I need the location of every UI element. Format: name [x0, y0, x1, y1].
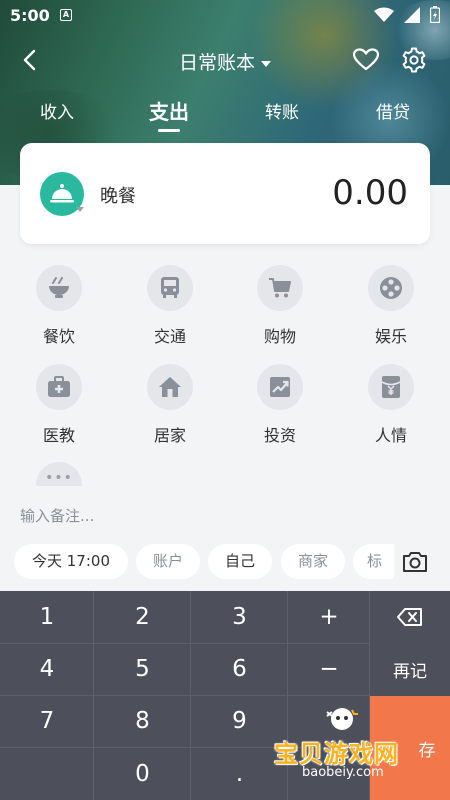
top-navigation: 日常账本	[0, 38, 450, 82]
settings-button[interactable]	[398, 44, 430, 76]
category-icon-circle	[368, 364, 414, 410]
account-chip[interactable]: 账户	[136, 544, 200, 579]
rice-bowl-icon	[49, 277, 69, 298]
tab-transfer[interactable]: 转账	[242, 98, 322, 134]
key-minus[interactable]: −	[288, 643, 370, 695]
book-title: 日常账本	[178, 52, 255, 74]
save-button[interactable]: 存	[370, 696, 450, 800]
category-home[interactable]: 居家	[130, 364, 210, 446]
tab-expense-label: 支出	[149, 100, 189, 124]
camera-icon	[403, 552, 427, 572]
home-icon	[159, 377, 181, 397]
caret-down-icon	[261, 60, 271, 67]
category-shopping[interactable]: 购物	[240, 265, 320, 347]
category-icon-circle	[368, 265, 414, 311]
key-plus[interactable]: +	[288, 591, 370, 643]
merchant-chip[interactable]: 商家	[281, 544, 345, 579]
favorite-button[interactable]	[350, 44, 382, 76]
category-icon-circle	[257, 364, 303, 410]
tab-lending[interactable]: 借贷	[353, 98, 433, 134]
category-icon-circle	[36, 265, 82, 311]
cloche-icon	[50, 184, 74, 203]
tab-income[interactable]: 收入	[17, 98, 97, 134]
save-label: 存	[418, 740, 436, 761]
key-decimal[interactable]: .	[191, 747, 288, 800]
key-2[interactable]: 2	[94, 591, 191, 643]
wifi-icon	[374, 7, 394, 22]
medical-kit-icon	[48, 376, 70, 397]
heart-icon	[353, 48, 379, 71]
status-bar: 5:00 A	[0, 0, 450, 32]
category-icon-circle	[36, 364, 82, 410]
key-1[interactable]: 1	[0, 591, 94, 643]
signal-icon	[404, 6, 420, 23]
member-chip[interactable]: 自己	[208, 544, 272, 579]
cart-icon	[269, 278, 291, 298]
category-label: 人情	[374, 426, 407, 445]
key-8[interactable]: 8	[94, 695, 191, 747]
tab-expense[interactable]: 支出	[129, 96, 209, 132]
key-5[interactable]: 5	[94, 643, 191, 695]
key-4[interactable]: 4	[0, 643, 94, 695]
battery-icon	[430, 6, 440, 23]
category-icon-circle	[257, 265, 303, 311]
gear-icon	[402, 47, 426, 73]
amount-display[interactable]: 0.00	[332, 173, 408, 213]
book-selector[interactable]: 日常账本	[0, 48, 450, 75]
key-6[interactable]: 6	[191, 643, 288, 695]
category-investment[interactable]: 投资	[240, 364, 320, 446]
record-again-key[interactable]: 再记	[370, 643, 450, 695]
backspace-key[interactable]	[370, 591, 450, 643]
category-label: 购物	[263, 327, 296, 346]
key-0[interactable]: 0	[94, 747, 191, 800]
attribute-chips: 今天 17:00 账户 自己 商家 标	[14, 544, 394, 580]
tab-income-label: 收入	[40, 103, 74, 123]
key-3[interactable]: 3	[191, 591, 288, 643]
category-label: 娱乐	[374, 327, 407, 346]
key-9[interactable]: 9	[191, 695, 288, 747]
camera-button[interactable]	[398, 546, 432, 578]
trend-chart-icon	[270, 377, 290, 397]
category-dining[interactable]: 餐饮	[19, 265, 99, 347]
category-label: 交通	[153, 327, 186, 346]
category-label: 医教	[42, 426, 75, 445]
category-medical-education[interactable]: 医教	[19, 364, 99, 446]
note-input[interactable]	[20, 503, 320, 529]
category-icon-circle	[147, 265, 193, 311]
category-social-gifts[interactable]: 人情	[351, 364, 431, 446]
bus-icon	[161, 277, 179, 298]
tab-lending-label: 借贷	[376, 103, 410, 123]
active-tab-indicator	[158, 129, 180, 132]
type-tabs: 收入 支出 转账 借贷	[0, 98, 450, 138]
category-label: 餐饮	[42, 327, 75, 346]
selected-category: 晚餐	[100, 186, 136, 207]
category-more-partial[interactable]: •••	[36, 462, 82, 486]
caret-down-icon	[76, 207, 84, 212]
red-envelope-icon	[381, 376, 401, 398]
category-icon-circle	[147, 364, 193, 410]
category-label: 投资	[263, 426, 296, 445]
backspace-icon	[397, 608, 422, 626]
key-7[interactable]: 7	[0, 695, 94, 747]
category-label: 居家	[153, 426, 186, 445]
date-time-chip[interactable]: 今天 17:00	[14, 544, 128, 579]
category-transport[interactable]: 交通	[130, 265, 210, 347]
more-dots-icon: •••	[45, 470, 73, 486]
tab-transfer-label: 转账	[265, 103, 299, 123]
film-reel-icon	[380, 277, 402, 299]
status-time: 5:00	[10, 6, 50, 25]
notification-app-icon: A	[60, 9, 72, 21]
status-icons	[374, 6, 440, 23]
category-entertainment[interactable]: 娱乐	[351, 265, 431, 347]
amount-card: 晚餐 0.00	[20, 143, 430, 244]
tag-chip[interactable]: 标	[353, 544, 394, 579]
